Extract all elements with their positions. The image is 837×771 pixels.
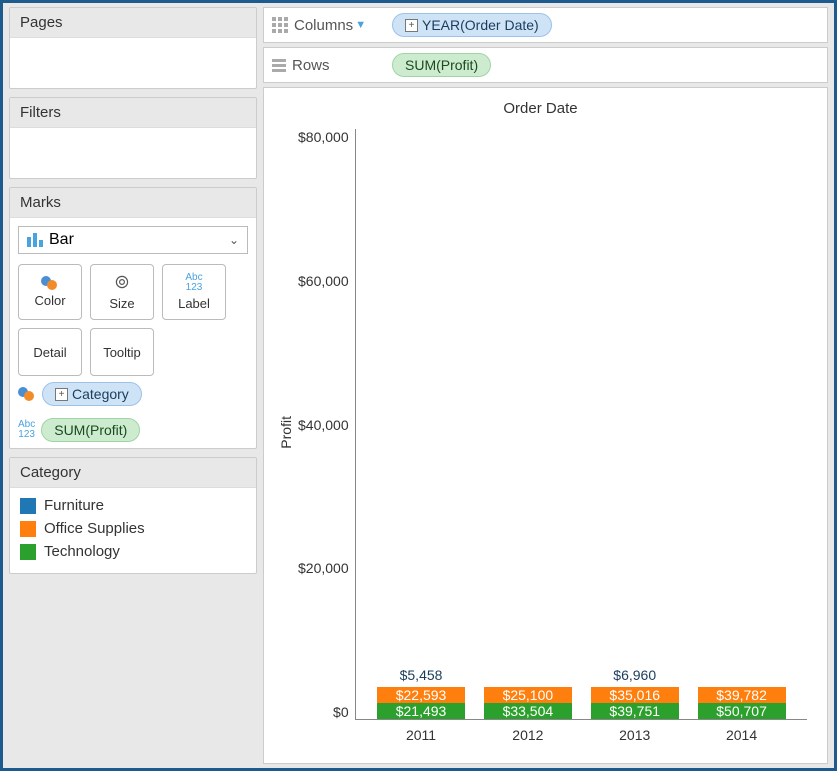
left-sidebar: Pages Filters Marks Bar ⌄ Color Size: [3, 3, 263, 768]
size-icon: [114, 274, 130, 293]
chart-title: Order Date: [274, 100, 807, 117]
color-button[interactable]: Color: [18, 264, 82, 320]
bar-segment-technology[interactable]: $50,707: [698, 703, 786, 719]
swatch-orange: [20, 521, 36, 537]
bar-label: $5,458: [377, 667, 465, 683]
color-encoding-pill[interactable]: + Category: [42, 382, 142, 406]
rows-shelf[interactable]: Rows SUM(Profit): [263, 47, 828, 83]
bar-2013[interactable]: $39,751$35,016$6,960: [591, 687, 679, 719]
marks-type-value: Bar: [49, 231, 74, 249]
swatch-green: [20, 544, 36, 560]
columns-icon: [272, 17, 288, 33]
filters-shelf[interactable]: [10, 128, 256, 178]
bar-2011[interactable]: $21,493$22,593$5,458: [377, 687, 465, 719]
pages-card: Pages: [9, 7, 257, 89]
bar-label: $6,960: [591, 667, 679, 683]
bar-segment-office-supplies[interactable]: $35,016: [591, 687, 679, 703]
y-axis-ticks: $80,000 $60,000 $40,000 $20,000 $0: [298, 121, 355, 744]
rows-pill[interactable]: SUM(Profit): [392, 53, 491, 77]
expand-icon: +: [405, 19, 418, 32]
tooltip-button[interactable]: Tooltip: [90, 328, 154, 376]
columns-dropdown-icon[interactable]: ▼: [355, 19, 366, 31]
bar-segment-office-supplies[interactable]: $22,593: [377, 687, 465, 703]
legend-item-office-supplies[interactable]: Office Supplies: [20, 517, 246, 540]
bar-segment-technology[interactable]: $39,751: [591, 703, 679, 719]
pages-header: Pages: [10, 8, 256, 38]
columns-pill[interactable]: + YEAR(Order Date): [392, 13, 552, 37]
chart-area: Order Date Profit $80,000 $60,000 $40,00…: [263, 87, 828, 764]
bar-chart-icon: [27, 233, 43, 247]
bar-2012[interactable]: $33,504$25,100: [484, 687, 572, 719]
expand-icon: +: [55, 388, 68, 401]
chevron-down-icon: ⌄: [229, 233, 239, 247]
color-icon: [41, 276, 59, 290]
swatch-blue: [20, 498, 36, 514]
color-encoding-icon: [18, 387, 36, 401]
filters-header: Filters: [10, 98, 256, 128]
columns-shelf[interactable]: Columns ▼ + YEAR(Order Date): [263, 7, 828, 43]
rows-icon: [272, 59, 286, 72]
bar-segment-technology[interactable]: $21,493: [377, 703, 465, 719]
pages-shelf[interactable]: [10, 38, 256, 88]
bar-segment-technology[interactable]: $33,504: [484, 703, 572, 719]
y-axis-label: Profit: [274, 416, 298, 449]
x-axis-ticks: 2011 2012 2013 2014: [356, 727, 807, 743]
category-legend-header: Category: [10, 458, 256, 488]
filters-card: Filters: [9, 97, 257, 179]
label-encoding-pill[interactable]: SUM(Profit): [41, 418, 140, 442]
bar-segment-office-supplies[interactable]: $25,100: [484, 687, 572, 703]
detail-button[interactable]: Detail: [18, 328, 82, 376]
size-button[interactable]: Size: [90, 264, 154, 320]
label-button[interactable]: Abc123 Label: [162, 264, 226, 320]
right-panel: Columns ▼ + YEAR(Order Date) Rows SUM(Pr…: [263, 3, 834, 768]
label-encoding-icon: Abc123: [18, 420, 35, 440]
legend-item-furniture[interactable]: Furniture: [20, 494, 246, 517]
category-legend-card: Category Furniture Office Supplies Techn…: [9, 457, 257, 574]
marks-header: Marks: [10, 188, 256, 218]
chart-plot[interactable]: $21,493$22,593$5,458$33,504$25,100$39,75…: [355, 129, 807, 720]
bar-2014[interactable]: $50,707$39,782: [698, 687, 786, 719]
legend-item-technology[interactable]: Technology: [20, 540, 246, 563]
bar-segment-office-supplies[interactable]: $39,782: [698, 687, 786, 703]
marks-card: Marks Bar ⌄ Color Size Abc123 Label: [9, 187, 257, 449]
label-icon: Abc123: [185, 273, 202, 293]
marks-type-select[interactable]: Bar ⌄: [18, 226, 248, 254]
